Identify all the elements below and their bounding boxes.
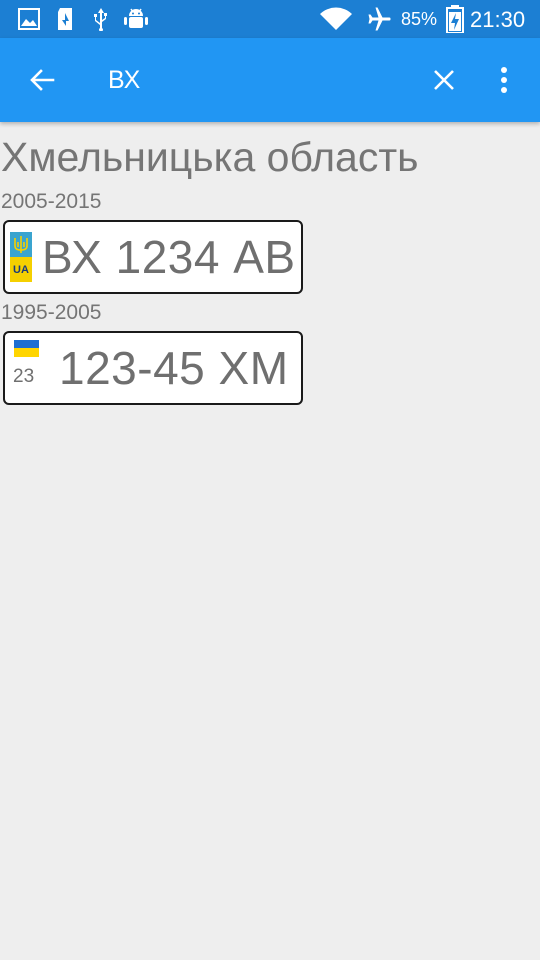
plate-number: 123-45 ХМ (59, 342, 289, 394)
usb-icon (94, 8, 107, 31)
trident-emblem (10, 232, 32, 257)
region-title: Хмельницька область (1, 134, 419, 180)
clock-time: 21:30 (470, 7, 526, 32)
trident-icon (14, 236, 28, 253)
clear-search-button[interactable] (422, 58, 466, 102)
back-button[interactable] (20, 58, 64, 102)
overflow-menu-button[interactable] (486, 58, 522, 102)
region-code: 23 (13, 366, 35, 387)
sd-card-icon (58, 8, 72, 30)
arrow-left-icon (30, 69, 55, 91)
ua-strip: UA (10, 232, 32, 282)
wifi-icon (320, 7, 352, 30)
ukraine-flag-icon (14, 340, 39, 357)
country-code: UA (10, 257, 32, 282)
period-label: 2005-2015 (1, 190, 102, 213)
search-query[interactable]: ВХ (108, 66, 140, 95)
image-icon (18, 8, 40, 30)
period-label: 1995-2005 (1, 301, 102, 324)
plate-number: ВХ 1234 АВ (42, 231, 296, 283)
close-icon (434, 70, 454, 90)
search-app-bar: ВХ (0, 38, 540, 122)
more-vert-icon (501, 67, 507, 93)
battery-percent: 85% (401, 9, 438, 29)
status-bar: 85% 21:30 (0, 0, 540, 38)
airplane-icon (368, 7, 391, 31)
license-plate: UA ВХ 1234 АВ (3, 220, 303, 294)
android-debug-icon (124, 8, 148, 28)
license-plate: 23 123-45 ХМ (3, 331, 303, 405)
battery-charging-icon (446, 5, 464, 33)
